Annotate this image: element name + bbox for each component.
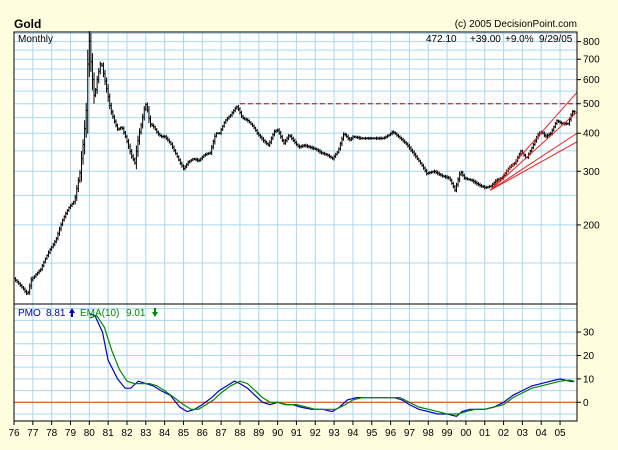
x-tick-label: 78 — [46, 428, 58, 439]
x-tick-label: 04 — [536, 428, 548, 439]
readout-pct: +9.0% — [505, 34, 534, 45]
x-tick-label: 96 — [385, 428, 397, 439]
price-y-tick-label: 600 — [583, 75, 600, 86]
x-tick-label: 89 — [253, 428, 265, 439]
x-tick-label: 02 — [498, 428, 510, 439]
x-tick-label: 86 — [197, 428, 209, 439]
price-y-tick-label: 200 — [583, 220, 600, 231]
pmo-legend-label: PMO — [18, 308, 41, 319]
x-tick-label: 76 — [8, 428, 20, 439]
readout-change: +39.00 — [470, 34, 501, 45]
x-tick-label: 93 — [329, 428, 341, 439]
x-tick-label: 77 — [27, 428, 39, 439]
x-tick-label: 01 — [479, 428, 491, 439]
x-tick-label: 94 — [347, 428, 359, 439]
ema-legend-value: 9.01 — [126, 308, 146, 319]
x-tick-label: 85 — [178, 428, 190, 439]
chart-subtitle: Monthly — [18, 34, 53, 45]
x-tick-label: 82 — [121, 428, 133, 439]
readout-last: 472.10 — [426, 34, 457, 45]
chart-credit: (c) 2005 DecisionPoint.com — [455, 19, 577, 30]
price-readout: 472.10 +39.00 +9.0% 9/29/05 — [426, 34, 573, 45]
x-tick-label: 87 — [216, 428, 228, 439]
x-tick-label: 00 — [460, 428, 472, 439]
pmo-y-tick-label: 20 — [583, 351, 595, 362]
readout-date: 9/29/05 — [539, 34, 573, 45]
x-tick-label: 05 — [554, 428, 566, 439]
x-tick-label: 81 — [103, 428, 115, 439]
x-tick-label: 97 — [404, 428, 416, 439]
pmo-legend: PMO 8.81 EMA(10) 9.01 — [18, 308, 158, 319]
price-y-tick-label: 500 — [583, 99, 600, 110]
ema-legend-label: EMA(10) — [80, 308, 119, 319]
x-tick-label: 95 — [366, 428, 378, 439]
x-tick-label: 88 — [234, 428, 246, 439]
price-y-tick-label: 800 — [583, 37, 600, 48]
price-y-tick-label: 400 — [583, 129, 600, 140]
price-y-tick-label: 300 — [583, 167, 600, 178]
x-tick-label: 99 — [442, 428, 454, 439]
price-y-tick-label: 700 — [583, 55, 600, 66]
pmo-y-tick-label: 10 — [583, 374, 595, 385]
gold-chart: Gold (c) 2005 DecisionPoint.com 20030040… — [0, 0, 618, 450]
x-tick-label: 92 — [310, 428, 322, 439]
x-tick-label: 91 — [291, 428, 303, 439]
chart-title: Gold — [14, 17, 41, 31]
x-tick-label: 79 — [65, 428, 77, 439]
x-tick-label: 98 — [423, 428, 435, 439]
x-tick-label: 03 — [517, 428, 529, 439]
x-tick-label: 84 — [159, 428, 171, 439]
x-tick-label: 90 — [272, 428, 284, 439]
pmo-y-tick-label: 30 — [583, 328, 595, 339]
pmo-legend-value: 8.81 — [46, 308, 66, 319]
pmo-y-tick-label: 0 — [583, 398, 589, 409]
pmo-panel — [14, 304, 577, 421]
x-tick-label: 80 — [84, 428, 96, 439]
x-tick-label: 83 — [140, 428, 152, 439]
